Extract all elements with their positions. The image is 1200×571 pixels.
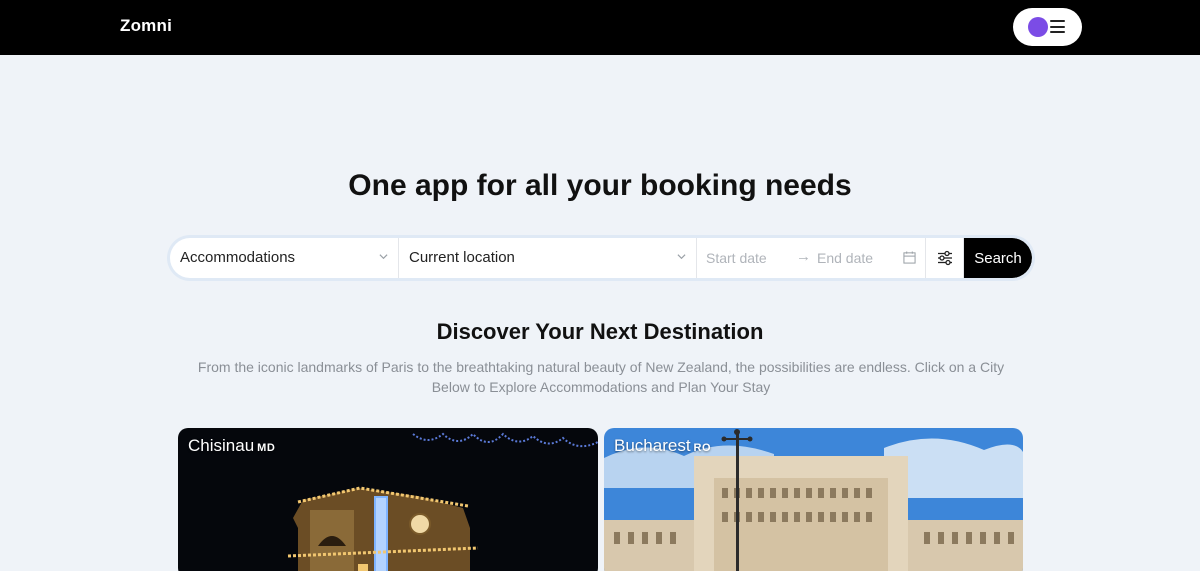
category-value: Accommodations — [180, 249, 296, 266]
city-label: Chisinau MD — [188, 436, 275, 456]
chevron-down-icon — [379, 254, 388, 260]
country-code: RO — [693, 442, 712, 454]
section-description: From the iconic landmarks of Paris to th… — [197, 359, 1005, 395]
location-select[interactable]: Current location — [399, 238, 697, 278]
date-range-picker[interactable]: Start date → End date — [697, 238, 926, 278]
avatar — [1028, 17, 1048, 37]
filter-button[interactable] — [926, 238, 964, 278]
end-date-input[interactable]: End date — [817, 250, 873, 266]
category-select[interactable]: Accommodations — [170, 238, 399, 278]
calendar-icon — [903, 251, 916, 264]
start-date-input[interactable]: Start date — [706, 250, 767, 266]
arrow-right-icon: → — [796, 248, 811, 265]
chevron-down-icon — [677, 254, 686, 260]
search-bar: Accommodations Current location Start da… — [170, 238, 1032, 278]
user-menu-button[interactable] — [1013, 8, 1082, 46]
search-button[interactable]: Search — [964, 238, 1032, 278]
section-title: Discover Your Next Destination — [436, 319, 764, 344]
location-value: Current location — [409, 249, 515, 266]
hero-title: One app for all your booking needs — [348, 169, 852, 202]
city-card-chisinau[interactable]: Chisinau MD — [178, 428, 598, 571]
hamburger-icon — [1050, 20, 1065, 33]
city-name: Chisinau — [188, 436, 255, 455]
logo[interactable]: Zomni — [120, 16, 172, 36]
city-label: Bucharest RO — [614, 436, 711, 456]
sliders-icon — [938, 250, 952, 266]
top-navbar: Zomni — [0, 0, 1200, 55]
city-name: Bucharest — [614, 436, 691, 455]
country-code: MD — [257, 442, 276, 454]
city-card-bucharest[interactable]: Bucharest RO — [604, 428, 1023, 571]
